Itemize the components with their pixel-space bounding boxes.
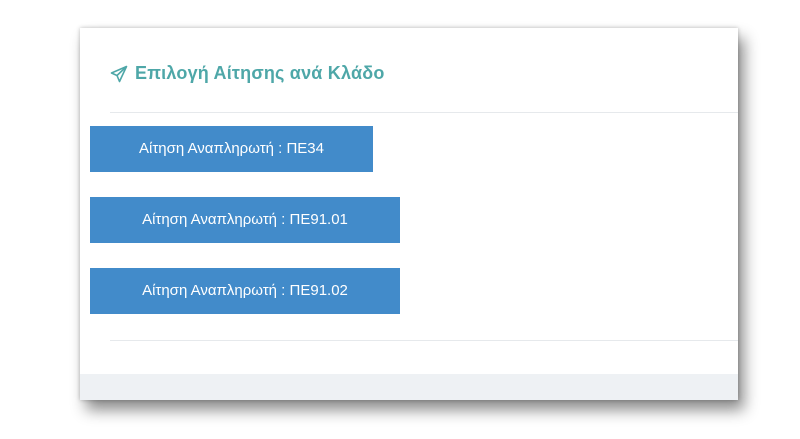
- panel-title-text: Επιλογή Αίτησης ανά Κλάδο: [135, 63, 385, 83]
- bottom-divider: [110, 340, 738, 341]
- header-divider: [110, 112, 738, 113]
- panel-header: Επιλογή Αίτησης ανά Κλάδο: [80, 28, 738, 113]
- application-button-pe34[interactable]: Αίτηση Αναπληρωτή : ΠΕ34: [90, 126, 373, 172]
- paper-plane-icon: [110, 65, 128, 83]
- panel-title: Επιλογή Αίτησης ανά Κλάδο: [110, 63, 385, 84]
- application-panel: Επιλογή Αίτησης ανά Κλάδο Αίτηση Αναπληρ…: [80, 28, 738, 400]
- application-button-pe91-01[interactable]: Αίτηση Αναπληρωτή : ΠΕ91.01: [90, 197, 400, 243]
- application-button-pe91-02[interactable]: Αίτηση Αναπληρωτή : ΠΕ91.02: [90, 268, 400, 314]
- panel-footer: [80, 374, 738, 400]
